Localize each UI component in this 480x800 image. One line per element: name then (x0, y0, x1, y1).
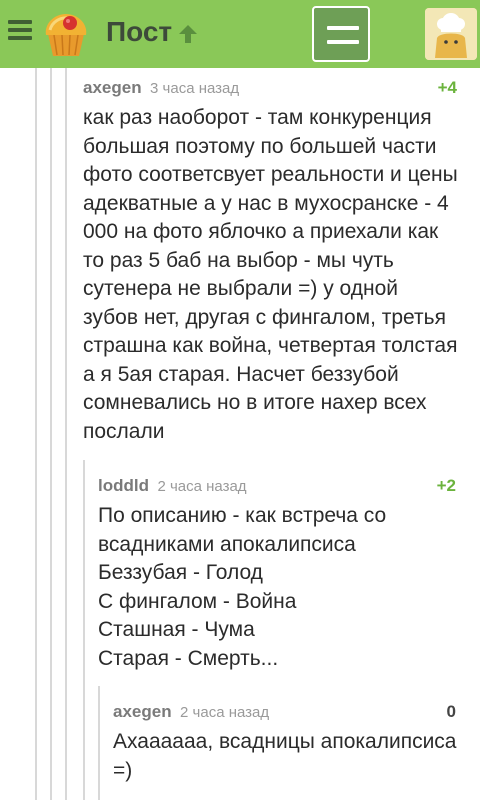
comment-rating[interactable]: 0 (447, 702, 456, 722)
comment-text: По описанию - как встреча со всадниками … (98, 502, 456, 673)
comment-text: как раз наоборот - там конкуренция больш… (83, 104, 458, 446)
comment-line: то раз 5 баб на выбор - мы чуть (83, 248, 394, 272)
comment-author[interactable]: axegen (83, 78, 142, 97)
comment-line: По описанию - как встреча со (98, 504, 387, 527)
comment-line: как раз наоборот - там конкуренция (83, 106, 432, 129)
comment-line: страшна как война, четвертая толстая (83, 334, 458, 357)
comment-line: Старая - Смерть... (98, 646, 279, 670)
comment-line: 000 на фото яблочко а приехали как (83, 220, 439, 243)
thread-line (65, 68, 67, 800)
comment-line: большая поэтому по большей части (83, 134, 437, 158)
comment-line: сомневались но в итоге нахер всех (83, 391, 427, 414)
comment-meta: axegen 2 часа назад 0 (113, 702, 456, 724)
comment: loddld 2 часа назад +2 По описанию - как… (98, 476, 456, 673)
comment-rating[interactable]: +4 (438, 78, 457, 98)
comment: axegen 2 часа назад 0 Ахаааааа, всадницы… (113, 702, 456, 785)
avatar-chef-icon (425, 8, 477, 60)
hamburger-menu-icon[interactable] (8, 20, 32, 44)
comment-meta: axegen 3 часа назад +4 (83, 78, 457, 100)
comment-time: 2 часа назад (180, 704, 270, 721)
menu-button[interactable] (312, 6, 370, 62)
cupcake-logo-icon[interactable] (40, 8, 92, 60)
comment: axegen 3 часа назад +4 как раз наоборот … (83, 78, 458, 446)
comment-author[interactable]: axegen (113, 702, 172, 721)
comment-text: Ахаааааа, всадницы апокалипсиса =) (113, 728, 456, 785)
comment-line: а я 5ая старая. Насчет беззубой (83, 362, 399, 386)
comment-line: =) (113, 758, 133, 782)
top-bar: Пост (0, 0, 480, 68)
comment-rating[interactable]: +2 (437, 476, 456, 496)
thread-line (50, 68, 52, 800)
comment-author[interactable]: loddld (98, 476, 149, 495)
comment-line: адекватные а у нас в мухосранске - 4 (83, 191, 449, 215)
arrow-up-icon[interactable] (176, 22, 200, 46)
comment-line: зубов нет, другая с фингалом, третья (83, 305, 446, 329)
comment-line: С фингалом - Война (98, 589, 297, 613)
comment-time: 2 часа назад (157, 478, 247, 495)
thread-line (35, 68, 37, 800)
thread-line (98, 686, 100, 800)
user-avatar[interactable] (425, 8, 477, 60)
page-title: Пост (106, 16, 173, 47)
thread-line (83, 460, 85, 800)
comment-line: сутенера не выбрали =) у одной (83, 277, 398, 300)
comment-line: фото соответсвует реальности и цены (83, 163, 458, 186)
comment-line: Сташная - Чума (98, 618, 255, 641)
comment-line: всадниками апокалипсиса (98, 532, 356, 556)
comment-time: 3 часа назад (150, 80, 240, 97)
comment-line: Беззубая - Голод (98, 561, 263, 584)
comment-line: Ахаааааа, всадницы апокалипсиса (113, 730, 457, 753)
comment-meta: loddld 2 часа назад +2 (98, 476, 456, 498)
comment-line: послали (83, 419, 165, 443)
